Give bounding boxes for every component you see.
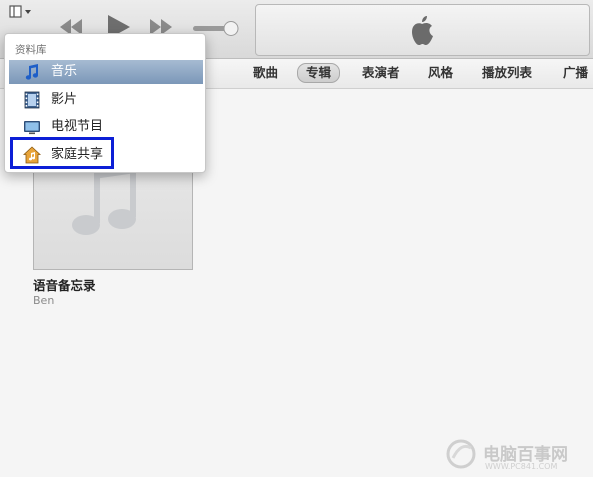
album-artist: Ben <box>33 294 55 307</box>
library-menu-icon[interactable] <box>8 4 34 20</box>
album-title[interactable]: 语音备忘录 <box>33 275 96 294</box>
menu-item-movies[interactable]: 影片 <box>9 88 203 112</box>
tab-artists[interactable]: 表演者 <box>362 64 400 82</box>
film-icon <box>24 91 40 109</box>
tab-albums[interactable]: 专辑 <box>297 63 341 83</box>
watermark-url: WWW.PC841.COM <box>485 462 558 471</box>
annotation-highlight-box <box>10 137 114 169</box>
tab-genres[interactable]: 风格 <box>428 64 453 82</box>
watermark: 电脑百事网 WWW.PC841.COM <box>443 436 591 474</box>
menu-item-music[interactable]: 音乐 <box>9 60 203 84</box>
watermark-logo-icon <box>446 439 476 469</box>
tab-playlists[interactable]: 播放列表 <box>482 64 532 82</box>
menu-header: 资料库 <box>15 44 47 56</box>
tab-songs[interactable]: 歌曲 <box>253 64 278 82</box>
music-note-icon <box>25 64 38 80</box>
status-display <box>255 4 590 56</box>
tab-radio[interactable]: 广播 <box>563 64 588 82</box>
apple-logo-icon <box>412 16 433 45</box>
menu-item-tv-shows[interactable]: 电视节目 <box>9 115 203 139</box>
tv-icon <box>24 121 40 135</box>
